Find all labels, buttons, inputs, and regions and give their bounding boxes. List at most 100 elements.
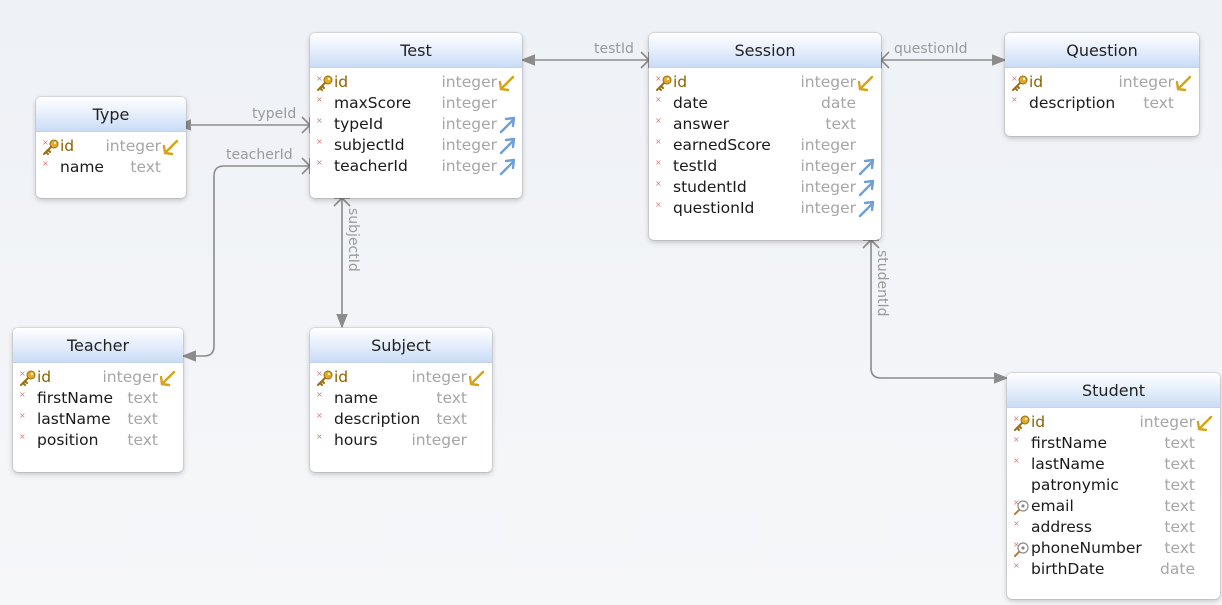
field-marker: × (314, 93, 334, 114)
link-test-type[interactable]: typeId (176, 106, 312, 134)
field-marker: × (1011, 433, 1031, 454)
fk-arrow-icon (858, 158, 875, 175)
field-row[interactable]: × firstName text (1011, 433, 1214, 454)
field-row[interactable]: × date date (653, 93, 875, 114)
field-row[interactable]: × phoneNumber text (1011, 538, 1214, 559)
field-row[interactable]: × id integer (314, 367, 486, 388)
primary-key-arrow-icon (498, 75, 515, 91)
field-marker: × (314, 388, 334, 409)
field-marker: × (1011, 538, 1031, 559)
field-marker: × (653, 114, 673, 135)
field-name: lastName (1031, 455, 1105, 473)
primary-key-arrow-icon (1175, 75, 1192, 91)
field-marker: × (1009, 72, 1029, 93)
field-name: patronymic (1031, 476, 1119, 494)
link-label-typeid: typeId (252, 106, 296, 122)
field-marker: × (314, 409, 334, 430)
link-test-teacher[interactable]: teacherId (181, 147, 312, 362)
field-marker (1011, 475, 1031, 496)
field-type: text (436, 389, 467, 407)
field-row[interactable]: × lastName text (1011, 454, 1214, 475)
field-list: × id integer × firstName text × lastName text … (13, 363, 183, 457)
field-name: position (37, 431, 99, 449)
key-icon (1014, 415, 1030, 431)
field-type: text (130, 158, 161, 176)
not-null-marker: × (1013, 561, 1020, 570)
fk-arrow-icon (499, 116, 516, 133)
field-marker: × (314, 114, 334, 135)
field-row[interactable]: × name text (40, 157, 180, 178)
not-null-marker: × (19, 432, 26, 441)
field-row[interactable]: × firstName text (17, 388, 177, 409)
field-name: id (1029, 73, 1044, 91)
field-row[interactable]: × id integer (314, 72, 516, 93)
field-row[interactable]: × lastName text (17, 409, 177, 430)
field-row[interactable]: × teacherId integer (314, 156, 516, 177)
unique-index-icon (1014, 542, 1029, 557)
field-type: text (1164, 455, 1195, 473)
not-null-marker: × (1013, 456, 1020, 465)
entity-test[interactable]: Test × id integer × maxScore integer × typeId… (310, 33, 522, 198)
field-row[interactable]: × position text (17, 430, 177, 451)
field-row[interactable]: × id integer (653, 72, 875, 93)
field-marker: × (17, 367, 37, 388)
field-row[interactable]: × hours integer (314, 430, 486, 451)
field-type: integer (105, 137, 162, 155)
field-list: × id integer × description text (1005, 68, 1199, 120)
field-marker: × (314, 135, 334, 156)
not-null-marker: × (655, 116, 662, 125)
entity-teacher[interactable]: Teacher × id integer × firstName text × lastN… (13, 328, 183, 472)
field-name: id (334, 73, 349, 91)
link-label-studentid: studentId (874, 250, 890, 317)
field-row[interactable]: × testId integer (653, 156, 875, 177)
field-name: id (1031, 413, 1046, 431)
field-type: text (127, 431, 158, 449)
field-row[interactable]: patronymic text (1011, 475, 1214, 496)
field-row[interactable]: × description text (1009, 93, 1193, 114)
field-row[interactable]: × birthDate date (1011, 559, 1214, 580)
key-icon (317, 370, 333, 386)
field-row[interactable]: × id integer (17, 367, 177, 388)
field-row[interactable]: × answer text (653, 114, 875, 135)
field-name: id (673, 73, 688, 91)
not-null-marker: × (655, 179, 662, 188)
field-row[interactable]: × id integer (1009, 72, 1193, 93)
field-marker: × (1011, 559, 1031, 580)
field-name: birthDate (1031, 560, 1105, 578)
link-session-test[interactable]: testId (520, 41, 651, 69)
field-row[interactable]: × typeId integer (314, 114, 516, 135)
field-marker: × (40, 136, 60, 157)
field-row[interactable]: × description text (314, 409, 486, 430)
field-list: × id integer × maxScore integer × typeId integ… (310, 68, 522, 183)
primary-key-arrow-icon (159, 370, 176, 386)
entity-student[interactable]: Student × id integer × firstName text × lastN… (1007, 373, 1220, 599)
link-label-subjectid: subjectId (345, 208, 361, 272)
not-null-marker: × (1011, 95, 1018, 104)
entity-question[interactable]: Question × id integer × description text (1005, 33, 1199, 136)
field-row[interactable]: × earnedScore integer (653, 135, 875, 156)
field-row[interactable]: × email text (1011, 496, 1214, 517)
field-row[interactable]: × id integer (40, 136, 180, 157)
primary-key-arrow-icon (1196, 415, 1213, 431)
entity-type[interactable]: Type × id integer × name text (36, 97, 186, 198)
field-name: name (60, 158, 104, 176)
field-row[interactable]: × maxScore integer (314, 93, 516, 114)
field-marker: × (1011, 517, 1031, 538)
field-name: earnedScore (673, 136, 771, 154)
entity-subject[interactable]: Subject × id integer × name text × descriptio… (310, 328, 492, 472)
field-row[interactable]: × questionId integer (653, 198, 875, 219)
key-icon (317, 75, 333, 91)
field-row[interactable]: × name text (314, 388, 486, 409)
field-row[interactable]: × subjectId integer (314, 135, 516, 156)
link-label-questionid: questionId (894, 41, 968, 57)
field-row[interactable]: × id integer (1011, 412, 1214, 433)
field-row[interactable]: × address text (1011, 517, 1214, 538)
link-session-student[interactable]: studentId (862, 238, 1009, 384)
entity-session[interactable]: Session × id integer × date date × answer text… (649, 33, 881, 240)
field-row[interactable]: × studentId integer (653, 177, 875, 198)
field-marker: × (17, 430, 37, 451)
primary-key-arrow-icon (162, 139, 179, 155)
link-test-subject[interactable]: subjectId (333, 196, 361, 329)
field-type: integer (441, 94, 498, 112)
link-session-question[interactable]: questionId (879, 41, 1007, 69)
